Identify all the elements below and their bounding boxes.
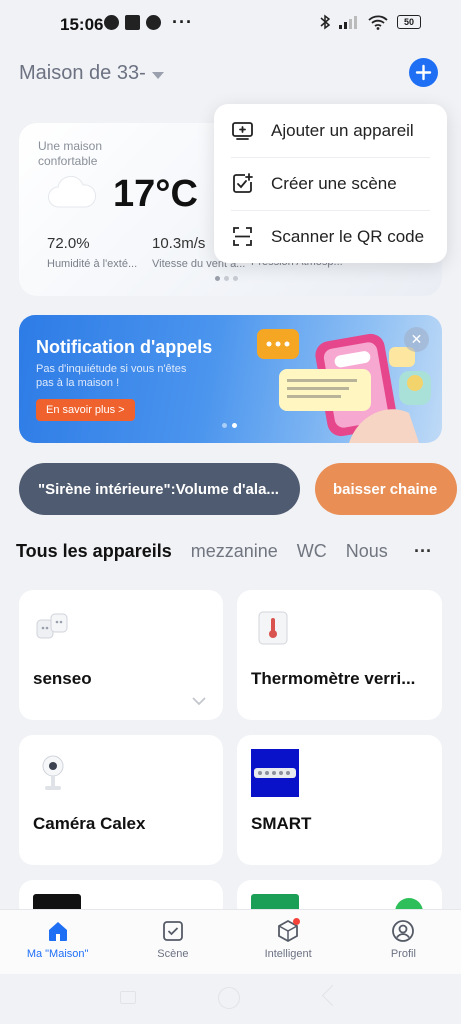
device-name: Thermomètre verri... <box>251 669 416 688</box>
menu-create-scene-label: Créer une scène <box>271 173 397 193</box>
menu-add-device-label: Ajouter un appareil <box>271 120 414 140</box>
weather-pager-dots <box>215 276 238 281</box>
bluetooth-icon <box>320 14 330 30</box>
device-card-camera[interactable]: Caméra Calex <box>19 735 223 865</box>
scene-chip-lower-channel[interactable]: baisser chaine <box>315 463 457 515</box>
facebook-icon <box>146 15 161 30</box>
more-rooms-icon[interactable]: ··· <box>414 541 432 562</box>
humidity-value: 72.0% <box>47 235 90 252</box>
device-card-smart[interactable]: SMART <box>237 735 442 865</box>
device-name: SMART <box>251 814 312 833</box>
status-time: 15:06 <box>60 15 104 34</box>
chevron-down-icon <box>151 71 164 79</box>
tab-home-label: Ma "Maison" <box>26 948 89 960</box>
chevron-down-icon[interactable] <box>192 697 206 706</box>
device-card-senseo[interactable]: senseo <box>19 590 223 720</box>
thermometer-icon <box>258 611 288 645</box>
tab-home[interactable]: Ma "Maison" <box>0 910 115 974</box>
wifi-icon <box>368 15 388 30</box>
more-notifications-icon: ··· <box>172 12 193 32</box>
tab-scene-label: Scène <box>157 948 189 960</box>
device-name: senseo <box>33 669 92 688</box>
scene-chip-siren[interactable]: "Sirène intérieure":Volume d'ala... <box>19 463 300 515</box>
close-banner-button[interactable]: ✕ <box>404 327 429 352</box>
cloud-icon <box>48 175 97 208</box>
tab-profile-label: Profil <box>390 948 416 960</box>
whatsapp-icon <box>104 15 119 30</box>
create-scene-icon <box>233 173 253 193</box>
tab-profile[interactable]: Profil <box>346 910 461 974</box>
add-menu: Ajouter un appareil Créer une scène Scan… <box>214 104 447 263</box>
home-icon <box>48 922 67 941</box>
back-icon[interactable] <box>321 984 344 1007</box>
banner-pager-dots <box>222 423 237 428</box>
camera-icon <box>42 755 64 790</box>
notification-dot <box>292 918 300 925</box>
learn-more-button[interactable]: En savoir plus > <box>36 399 135 421</box>
promo-banner[interactable]: Notification d'appels Pas d'inquiétude s… <box>19 315 442 443</box>
humidity-stat: 72.0% Humidité à l'exté... <box>47 235 137 270</box>
bottom-tab-bar: Ma "Maison" Scène Intelligent Profil <box>0 909 461 974</box>
room-tabs: Tous les appareils mezzanine WC Nous <box>16 541 446 567</box>
home-nav-icon[interactable] <box>218 987 240 1009</box>
battery-icon: 50 <box>397 15 421 29</box>
power-strip-icon <box>251 749 299 797</box>
menu-create-scene[interactable]: Créer une scène <box>214 157 447 210</box>
tab-intelligent-label: Intelligent <box>264 948 312 960</box>
app-notification-icon <box>125 15 140 30</box>
tab-mezzanine[interactable]: mezzanine <box>191 541 278 562</box>
plus-icon <box>415 64 432 81</box>
tab-nous[interactable]: Nous <box>346 541 388 562</box>
home-selector[interactable]: Maison de 33- <box>19 62 164 85</box>
status-bar: 15:06 ··· 50 <box>0 0 461 50</box>
add-device-icon <box>232 122 253 140</box>
system-nav-bar <box>0 974 461 1024</box>
menu-add-device[interactable]: Ajouter un appareil <box>214 104 447 157</box>
recent-apps-icon[interactable] <box>120 991 136 1004</box>
banner-subtitle: Pas d'inquiétude si vous n'êtes pas à la… <box>36 363 187 389</box>
smart-plug-icon <box>36 613 68 639</box>
tab-all-devices[interactable]: Tous les appareils <box>16 541 172 562</box>
device-name: Caméra Calex <box>33 814 146 833</box>
profile-icon <box>392 920 415 942</box>
home-name: Maison de 33- <box>19 62 146 84</box>
tab-intelligent[interactable]: Intelligent <box>231 910 346 974</box>
add-button[interactable] <box>409 58 438 87</box>
home-comfort-caption: Une maison confortable <box>38 139 103 168</box>
banner-title: Notification d'appels <box>36 337 213 357</box>
tab-scene[interactable]: Scène <box>115 910 230 974</box>
scene-checkbox-icon <box>162 921 183 941</box>
close-icon: ✕ <box>410 331 423 347</box>
humidity-label: Humidité à l'exté... <box>47 258 138 270</box>
signal-icon <box>339 16 357 29</box>
tab-wc[interactable]: WC <box>297 541 327 562</box>
temperature: 17°C <box>113 173 198 215</box>
menu-scan-qr-label: Scanner le QR code <box>271 226 425 246</box>
qr-scan-icon <box>233 227 252 246</box>
device-card-thermometer[interactable]: Thermomètre verri... <box>237 590 442 720</box>
menu-scan-qr[interactable]: Scanner le QR code <box>214 210 447 263</box>
